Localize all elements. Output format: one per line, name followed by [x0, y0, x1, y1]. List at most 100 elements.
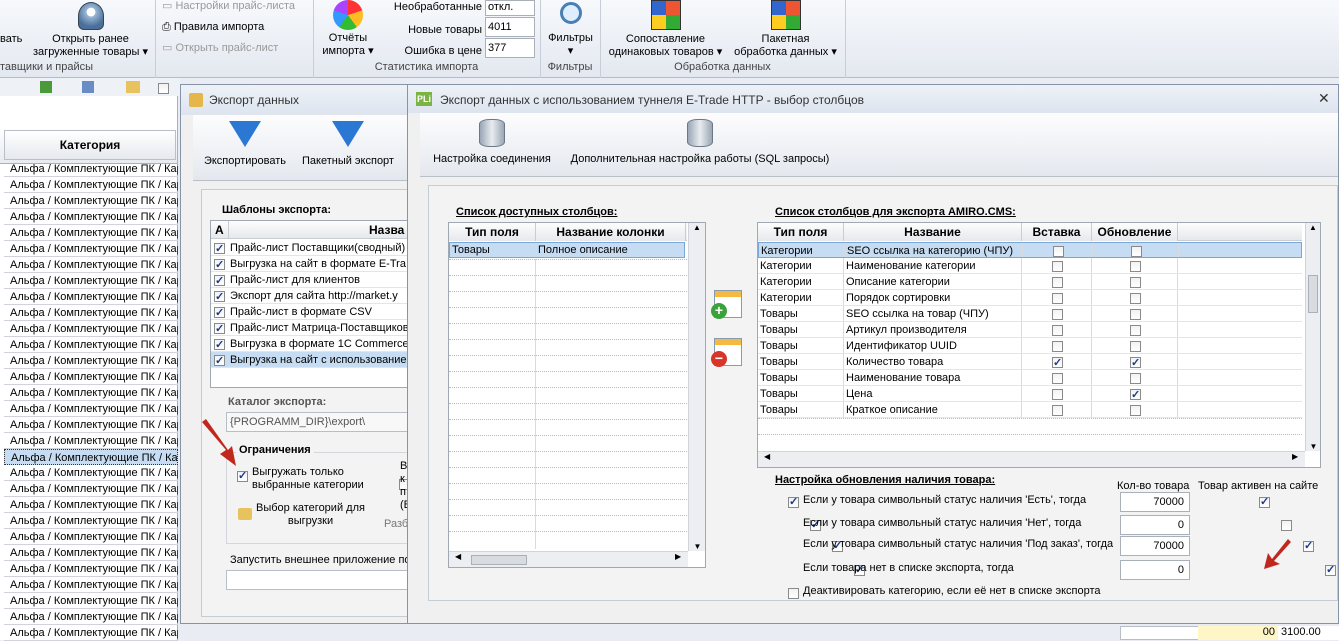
toolbar-checkbox[interactable]	[158, 82, 169, 94]
template-checkbox[interactable]	[214, 337, 225, 351]
price-settings-menu[interactable]: ▭ Настройки прайс-листа	[162, 0, 312, 13]
update-checkbox[interactable]	[1130, 276, 1141, 288]
open-previous-button[interactable]: Открыть ранее загруженные товары ▾	[28, 2, 153, 59]
export-row[interactable]: Категории Порядок сортировки	[758, 290, 1302, 306]
insert-checkbox[interactable]	[1052, 276, 1063, 288]
grid-row[interactable]: Альфа / Комплектующие ПК / Кар	[4, 577, 178, 593]
templates-col-name[interactable]: Назва	[229, 223, 404, 237]
grid-row[interactable]: Альфа / Комплектующие ПК / Кар	[4, 497, 178, 513]
template-row[interactable]: Выгрузка в формате 1С Commerce	[211, 336, 421, 352]
template-row[interactable]: Прайс-лист для клиентов	[211, 272, 421, 288]
template-row[interactable]: Прайс-лист Матрица-Поставщиков	[211, 320, 421, 336]
avail-hscroll[interactable]: ◀ ▶	[449, 551, 688, 567]
template-checkbox[interactable]	[214, 273, 225, 287]
export-button[interactable]: Экспортировать	[197, 121, 293, 167]
grid-row[interactable]: Альфа / Комплектующие ПК / Кар	[4, 561, 178, 577]
add-column-button[interactable]: +	[711, 290, 742, 319]
export-col-type[interactable]: Тип поля	[758, 223, 844, 241]
folder-icon[interactable]	[126, 81, 140, 93]
grid-row[interactable]: Альфа / Комплектующие ПК / Кар	[4, 241, 178, 257]
play-icon[interactable]	[40, 81, 52, 93]
export-col-update[interactable]: Обновление	[1092, 223, 1178, 241]
grid-row[interactable]: Альфа / Комплектующие ПК / Кар	[4, 289, 178, 305]
template-checkbox[interactable]	[214, 321, 225, 335]
grid-row[interactable]: Альфа / Комплектующие ПК / Кар	[4, 593, 178, 609]
grid-row[interactable]: Альфа / Комплектующие ПК / Кар	[4, 353, 178, 369]
open-price-menu[interactable]: ▭ Открыть прайс-лист	[162, 42, 312, 55]
update-checkbox[interactable]	[1130, 292, 1141, 304]
choose-categories-button[interactable]: Выбор категорий для выгрузки	[256, 502, 365, 528]
template-checkbox[interactable]	[214, 305, 225, 319]
grid-row[interactable]: Альфа / Комплектующие ПК / Кар	[4, 305, 178, 321]
update-checkbox[interactable]	[1130, 387, 1141, 401]
update-checkbox[interactable]	[1130, 355, 1141, 369]
grid-row[interactable]: Альфа / Комплектующие ПК / Кар	[4, 385, 178, 401]
template-checkbox[interactable]	[214, 289, 225, 303]
sort-icon[interactable]	[82, 81, 94, 93]
grid-header-category[interactable]: Категория	[4, 130, 176, 160]
filters-button[interactable]: Фильтры ▾	[543, 0, 598, 58]
close-icon[interactable]: ✕	[1318, 90, 1330, 107]
template-checkbox[interactable]	[214, 241, 225, 255]
only-selected-checkbox[interactable]	[237, 469, 248, 482]
availability-qty-input[interactable]	[1120, 492, 1190, 512]
update-checkbox[interactable]	[1131, 245, 1142, 257]
insert-checkbox[interactable]	[1052, 260, 1063, 272]
remove-column-button[interactable]: −	[711, 338, 742, 367]
export-row[interactable]: Товары Количество товара	[758, 354, 1302, 370]
update-checkbox[interactable]	[1130, 308, 1141, 320]
template-row[interactable]: Прайс-лист в формате CSV	[211, 304, 421, 320]
grid-row[interactable]: Альфа / Комплектующие ПК / Кар	[4, 337, 178, 353]
export-row[interactable]: Товары Артикул производителя	[758, 322, 1302, 338]
export-col-name[interactable]: Название	[844, 223, 1022, 241]
ribbon-partial-button[interactable]: вать	[0, 33, 30, 46]
export-row[interactable]: Товары Цена	[758, 386, 1302, 402]
export-vscroll[interactable]: ▲ ▼	[1305, 223, 1320, 451]
extra-settings-button[interactable]: Дополнительная настройка работы (SQL зап…	[562, 119, 838, 165]
grid-row[interactable]: Альфа / Комплектующие ПК / Кар	[4, 401, 178, 417]
avail-col-name[interactable]: Название колонки	[536, 223, 686, 241]
availability-qty-input[interactable]	[1120, 515, 1190, 535]
grid-row[interactable]: Альфа / Комплектующие ПК / Кар	[4, 193, 178, 209]
export-row[interactable]: Категории Описание категории	[758, 274, 1302, 290]
import-rules-menu[interactable]: ⎙ Правила импорта	[162, 21, 312, 34]
template-row[interactable]: Выгрузка на сайт в формате E-Tra	[211, 256, 421, 272]
grid-row[interactable]: Альфа / Комплектующие ПК / Кар	[4, 369, 178, 385]
grid-row[interactable]: Альфа / Комплектующие ПК / Кар	[4, 225, 178, 241]
grid-row[interactable]: Альфа / Комплектующие ПК / Кар	[4, 609, 178, 625]
grid-row[interactable]: Альфа / Комплектующие ПК / Кар	[4, 177, 178, 193]
grid-row[interactable]: Альфа / Комплектующие ПК / Кар	[4, 513, 178, 529]
grid-row[interactable]: Альфа / Комплектующие ПК / Кар	[4, 529, 178, 545]
grid-row[interactable]: Альфа / Комплектующие ПК / Кар	[4, 481, 178, 497]
update-checkbox[interactable]	[1130, 372, 1141, 384]
grid-row[interactable]: Альфа / Комплектующие ПК / Кар	[4, 273, 178, 289]
export-row[interactable]: Товары Идентификатор UUID	[758, 338, 1302, 354]
grid-row[interactable]: Альфа / Комплектующие ПК / Кар	[4, 257, 178, 273]
grid-row[interactable]: Альфа / Комплектующие ПК / Кар	[4, 465, 178, 481]
avail-vscroll[interactable]: ▲ ▼	[688, 223, 705, 551]
template-checkbox[interactable]	[214, 353, 225, 367]
export-row[interactable]: Категории Наименование категории	[758, 258, 1302, 274]
insert-checkbox[interactable]	[1052, 340, 1063, 352]
export-col-insert[interactable]: Вставка	[1022, 223, 1092, 241]
grid-row[interactable]: Альфа / Комплектующие ПК / Кар	[4, 161, 178, 177]
insert-checkbox[interactable]	[1053, 245, 1064, 257]
template-checkbox[interactable]	[214, 257, 225, 271]
availability-active-checkbox[interactable]	[1259, 495, 1270, 508]
insert-checkbox[interactable]	[1052, 404, 1063, 416]
template-row[interactable]: Экспорт для сайта http://market.y	[211, 288, 421, 304]
available-row[interactable]: Товары Полное описание	[449, 242, 685, 258]
export-hscroll[interactable]: ◀ ▶	[758, 451, 1305, 467]
export-row[interactable]: Категории SEO ссылка на категорию (ЧПУ)	[758, 242, 1302, 258]
insert-checkbox[interactable]	[1052, 355, 1063, 369]
insert-checkbox[interactable]	[1052, 324, 1063, 336]
grid-row[interactable]: Альфа / Комплектующие ПК / Карты/LCE	[4, 625, 178, 641]
export-row[interactable]: Товары SEO ссылка на товар (ЧПУ)	[758, 306, 1302, 322]
availability-qty-input[interactable]	[1120, 560, 1190, 580]
availability-active-checkbox[interactable]	[1325, 563, 1336, 576]
export-row[interactable]: Товары Наименование товара	[758, 370, 1302, 386]
template-row[interactable]: Выгрузка на сайт с использование	[211, 352, 421, 368]
export-row[interactable]: Товары Краткое описание	[758, 402, 1302, 418]
grid-row[interactable]: Альфа / Комплектующие ПК / Кар	[4, 209, 178, 225]
templates-col-a[interactable]: А	[211, 221, 229, 239]
